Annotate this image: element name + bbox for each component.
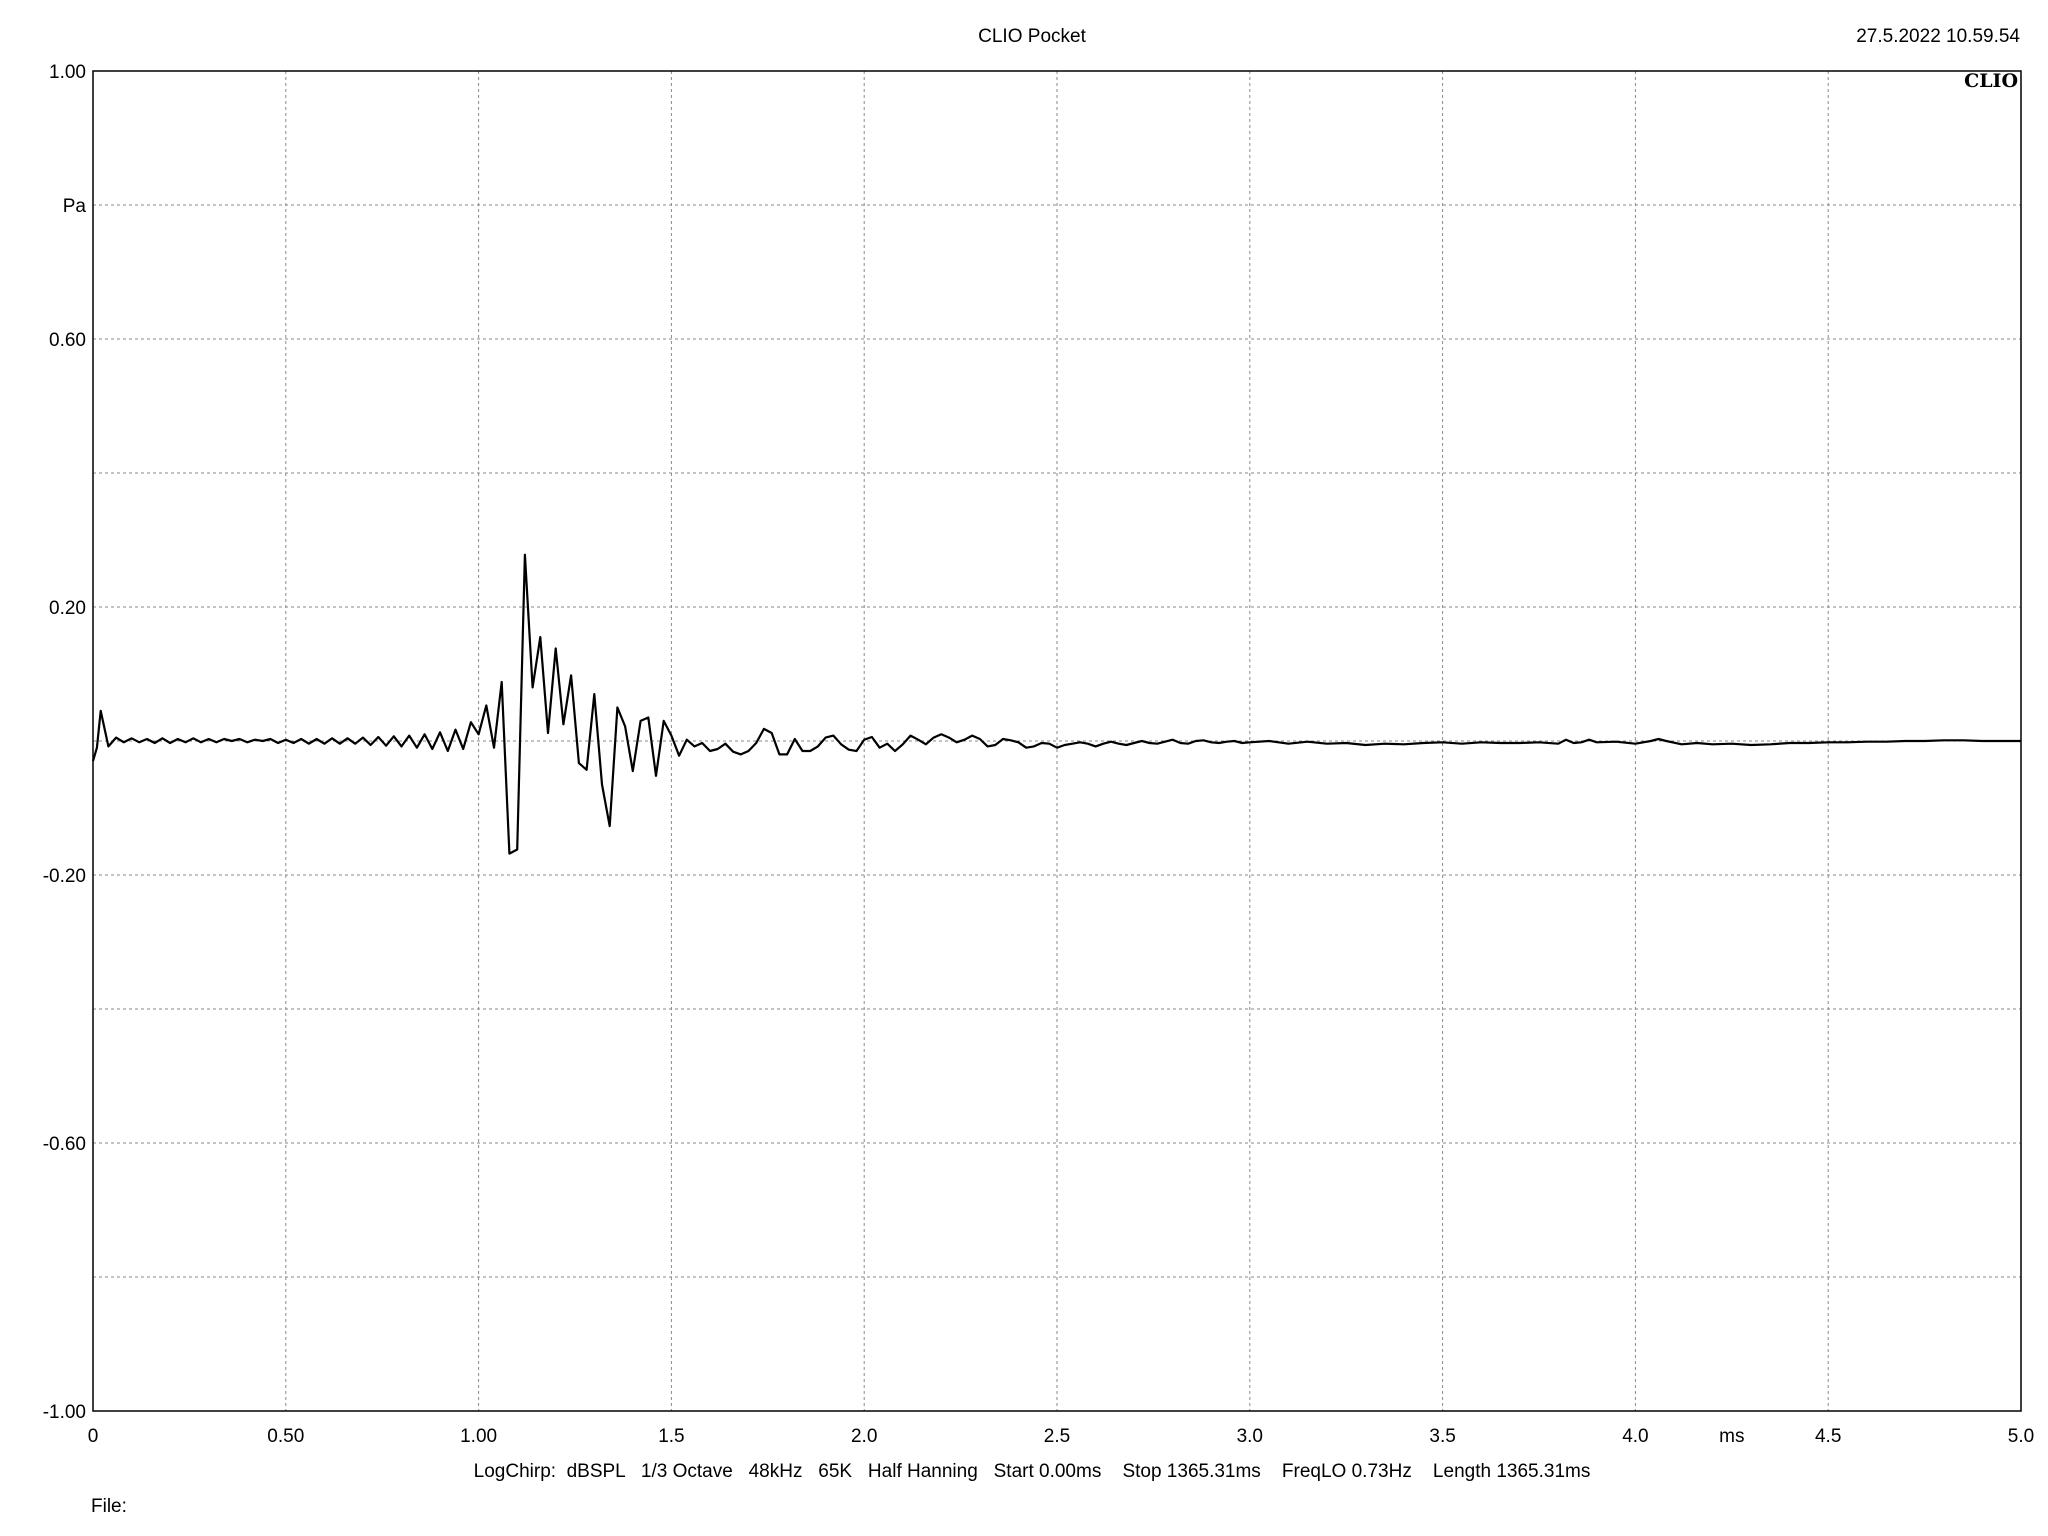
x-tick-label: 1.00: [460, 1426, 497, 1447]
clio-logo: CLIO: [1964, 70, 2018, 92]
y-tick-label: 0.20: [49, 598, 86, 619]
x-tick-label: 4.5: [1815, 1426, 1841, 1447]
file-label: File:: [91, 1496, 127, 1517]
y-tick-label: 0.60: [49, 330, 86, 351]
x-tick-label: 3.0: [1237, 1426, 1263, 1447]
x-tick-label: 0: [88, 1426, 99, 1447]
x-axis-unit-label: ms: [1719, 1426, 1744, 1447]
chart-title: CLIO Pocket: [978, 26, 1086, 47]
x-tick-label: 5.0: [2008, 1426, 2034, 1447]
impulse-response-chart: 1.00Pa0.600.20-0.20-0.60-1.00 0 0.50 1.00 1…: [43, 26, 2035, 1517]
x-tick-label: 2.0: [851, 1426, 877, 1447]
x-tick-label: 4.0: [1622, 1426, 1648, 1447]
y-tick-label: -0.60: [43, 1134, 86, 1155]
y-tick-label: -1.00: [43, 1402, 86, 1423]
y-axis-tick-labels: 1.00 Pa 0.60 0.20 -0.20 -0.60 -1.00: [43, 62, 87, 1423]
x-tick-label: 3.5: [1429, 1426, 1455, 1447]
timestamp: 27.5.2022 10.59.54: [1856, 26, 2020, 47]
x-tick-label: 2.5: [1044, 1426, 1070, 1447]
y-tick-label: -0.20: [43, 866, 86, 887]
measurement-settings: LogChirp: dBSPL 1/3 Octave 48kHz 65K Hal…: [474, 1461, 1591, 1482]
x-tick-label: 0.50: [267, 1426, 304, 1447]
x-tick-label: 1.5: [658, 1426, 684, 1447]
y-tick-label: 1.00: [49, 62, 86, 83]
y-tick-label: Pa: [63, 196, 87, 217]
